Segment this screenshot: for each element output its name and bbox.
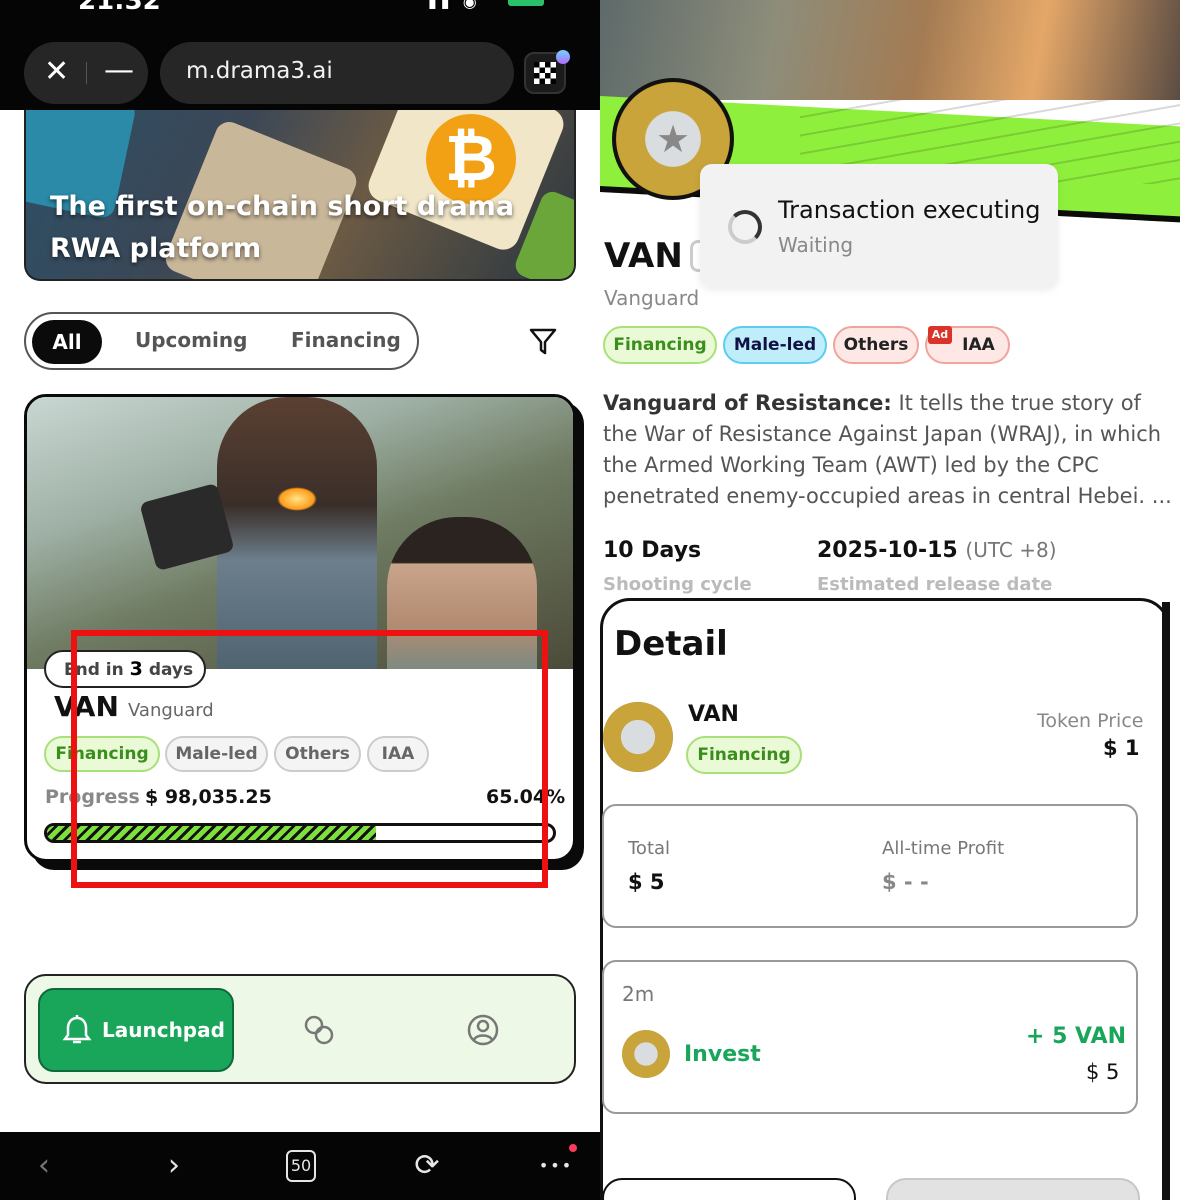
poster-figure bbox=[217, 397, 377, 669]
loading-spinner-icon bbox=[728, 210, 762, 244]
toast-subtitle: Waiting bbox=[778, 233, 854, 257]
transaction-type: Invest bbox=[684, 1042, 761, 1067]
project-description: Vanguard of Resistance: It tells the tru… bbox=[603, 388, 1173, 512]
okx-logo-icon bbox=[534, 62, 556, 84]
detail-symbol: VAN bbox=[688, 702, 739, 727]
bell-icon bbox=[62, 1015, 92, 1044]
total-value: $ 5 bbox=[628, 870, 665, 894]
launchpad-button[interactable]: Launchpad bbox=[38, 988, 234, 1072]
tab-financing[interactable]: Financing bbox=[291, 328, 401, 352]
transaction-time: 2m bbox=[622, 982, 655, 1006]
release-date: 2025-10-15 bbox=[817, 538, 958, 563]
profit-label: All-time Profit bbox=[882, 838, 1005, 859]
tab-all[interactable]: All bbox=[32, 320, 102, 364]
notification-dot bbox=[569, 1144, 577, 1152]
filter-icon[interactable] bbox=[528, 326, 558, 356]
description-title: Vanguard of Resistance: bbox=[603, 391, 892, 415]
transaction-amount: + 5 VAN bbox=[1026, 1024, 1127, 1049]
van-token-icon bbox=[622, 1030, 670, 1078]
shooting-cycle-label: Shooting cycle bbox=[603, 574, 752, 595]
poster-muzzle-flash bbox=[277, 487, 317, 511]
release-timezone: (UTC +8) bbox=[965, 538, 1057, 562]
status-time: 21:32 bbox=[78, 0, 161, 16]
sheet-shadow bbox=[1162, 602, 1170, 1200]
star-icon: ★ bbox=[655, 117, 691, 161]
token-price-label: Token Price bbox=[1037, 710, 1144, 732]
tag-male-led: Male-led bbox=[723, 326, 827, 364]
project-name: Vanguard bbox=[604, 286, 700, 310]
minimize-button[interactable]: — bbox=[104, 54, 134, 90]
swap-icon[interactable] bbox=[302, 1013, 336, 1047]
tab-upcoming[interactable]: Upcoming bbox=[135, 328, 247, 352]
profile-icon[interactable] bbox=[466, 1013, 500, 1047]
status-icons: ▮▮ ◉ bbox=[428, 0, 481, 11]
left-screen: 21:32 ▮▮ ◉ ✕ — m.drama3.ai ₿ The first o… bbox=[0, 0, 600, 1200]
launchpad-label: Launchpad bbox=[102, 1018, 225, 1042]
battery-icon bbox=[508, 0, 544, 6]
refresh-button[interactable]: ⟳ bbox=[410, 1148, 444, 1184]
highlight-annotation-box bbox=[71, 630, 548, 888]
total-label: Total bbox=[628, 838, 671, 859]
extension-badge-icon bbox=[556, 50, 570, 64]
action-button-primary[interactable] bbox=[602, 1178, 856, 1200]
action-button-secondary[interactable] bbox=[886, 1178, 1140, 1200]
transaction-usd: $ 5 bbox=[1086, 1060, 1120, 1084]
profit-value: $ - - bbox=[882, 870, 929, 894]
release-date-value: 2025-10-15 (UTC +8) bbox=[817, 538, 1057, 563]
ad-badge: Ad bbox=[928, 326, 952, 344]
tag-others: Others bbox=[833, 326, 919, 364]
right-screen: ★ VAN Vanguard Financing Male-led Others… bbox=[600, 0, 1200, 1200]
back-button[interactable]: ‹ bbox=[34, 1148, 54, 1184]
shooting-cycle-value: 10 Days bbox=[603, 538, 702, 563]
divider bbox=[86, 62, 87, 84]
tab-controls: ✕ — bbox=[24, 42, 148, 104]
toast-title: Transaction executing bbox=[778, 196, 1041, 224]
close-tab-button[interactable]: ✕ bbox=[44, 54, 69, 90]
tag-financing: Financing bbox=[603, 326, 717, 364]
url-text: m.drama3.ai bbox=[186, 58, 333, 84]
detail-title: Detail bbox=[614, 624, 728, 664]
hero-title: The first on-chain short drama RWA platf… bbox=[50, 191, 515, 264]
release-date-label: Estimated release date bbox=[817, 574, 1053, 595]
holdings-box bbox=[602, 804, 1138, 928]
more-button[interactable]: ••• bbox=[536, 1148, 576, 1184]
token-price-value: $ 1 bbox=[1103, 736, 1140, 760]
tab-count-button[interactable]: 50 bbox=[286, 1150, 316, 1182]
forward-button[interactable]: › bbox=[164, 1148, 184, 1184]
detail-status-tag: Financing bbox=[686, 736, 802, 774]
project-symbol: VAN bbox=[604, 236, 683, 276]
drama-poster bbox=[27, 397, 573, 669]
van-token-icon bbox=[603, 702, 673, 772]
